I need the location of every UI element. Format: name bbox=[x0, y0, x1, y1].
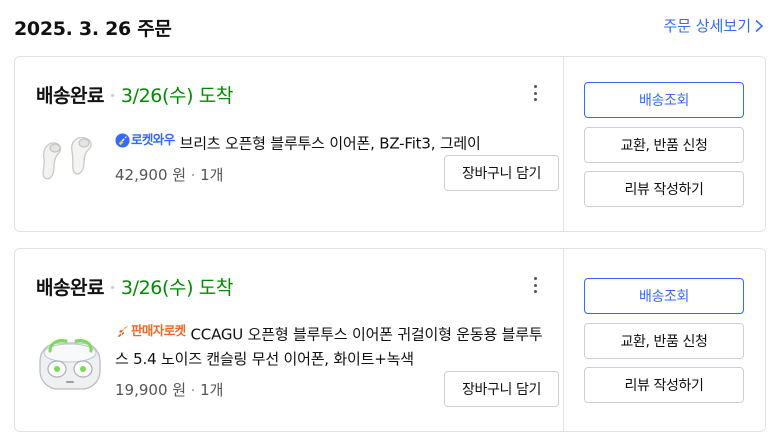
order-item: 배송완료 3/26(수) 도착 판매자로켓 CCAGU 오픈형 블루투스 이어폰… bbox=[15, 249, 565, 431]
order-item: 배송완료 3/26(수) 도착 로켓와우 브리츠 오픈형 블루투스 이어폰, B… bbox=[15, 57, 565, 231]
order-header: 2025. 3. 26 주문 주문 상세보기 bbox=[14, 0, 768, 52]
write-review-button[interactable]: 리뷰 작성하기 bbox=[584, 171, 744, 207]
add-to-cart-button[interactable]: 장바구니 담기 bbox=[444, 371, 559, 407]
arrival-date: 3/26(수) 도착 bbox=[120, 85, 233, 107]
add-to-cart-button[interactable]: 장바구니 담기 bbox=[444, 155, 559, 191]
exchange-return-button[interactable]: 교환, 반품 신청 bbox=[584, 323, 744, 359]
product-thumbnail[interactable] bbox=[36, 129, 104, 197]
order-card: 배송완료 3/26(수) 도착 판매자로켓 CCAGU 오픈형 블루투스 이어폰… bbox=[14, 248, 766, 432]
separator-dot bbox=[192, 173, 195, 176]
delivery-status-line: 배송완료 3/26(수) 도착 bbox=[36, 81, 233, 108]
product-quantity: 1개 bbox=[200, 166, 224, 184]
product-price: 19,900 원 bbox=[115, 381, 187, 399]
chevron-right-icon bbox=[755, 19, 764, 32]
product-price: 42,900 원 bbox=[115, 166, 187, 184]
exchange-return-button[interactable]: 교환, 반품 신청 bbox=[584, 127, 744, 163]
order-actions: 배송조회 교환, 반품 신청 리뷰 작성하기 bbox=[563, 249, 765, 431]
track-delivery-button[interactable]: 배송조회 bbox=[584, 82, 744, 118]
more-options-icon[interactable] bbox=[525, 83, 545, 103]
delivery-status: 배송완료 bbox=[36, 85, 104, 107]
order-detail-link[interactable]: 주문 상세보기 bbox=[663, 15, 764, 36]
price-quantity: 19,900 원 1개 bbox=[115, 379, 223, 400]
arrival-date: 3/26(수) 도착 bbox=[120, 277, 233, 299]
separator-dot bbox=[110, 286, 114, 289]
badge-label: 로켓와우 bbox=[131, 132, 175, 147]
order-card: 배송완료 3/26(수) 도착 로켓와우 브리츠 오픈형 블루투스 이어폰, B… bbox=[14, 56, 766, 232]
write-review-button[interactable]: 리뷰 작성하기 bbox=[584, 367, 744, 403]
rocket-seller-icon bbox=[117, 325, 129, 337]
order-actions: 배송조회 교환, 반품 신청 리뷰 작성하기 bbox=[563, 57, 765, 231]
seller-rocket-badge: 판매자로켓 bbox=[115, 319, 186, 343]
order-date: 2025. 3. 26 주문 bbox=[14, 18, 172, 40]
separator-dot bbox=[110, 94, 114, 97]
rocket-wow-icon bbox=[115, 132, 130, 148]
separator-dot bbox=[192, 388, 195, 391]
delivery-status-line: 배송완료 3/26(수) 도착 bbox=[36, 273, 233, 300]
more-options-icon[interactable] bbox=[525, 275, 545, 295]
product-title[interactable]: 판매자로켓 CCAGU 오픈형 블루투스 이어폰 귀걸이형 운동용 블루투스 5… bbox=[115, 319, 545, 371]
rocket-wow-badge: 로켓와우 bbox=[115, 128, 175, 152]
price-quantity: 42,900 원 1개 bbox=[115, 164, 223, 185]
delivery-status: 배송완료 bbox=[36, 277, 104, 299]
product-quantity: 1개 bbox=[200, 381, 224, 399]
product-title[interactable]: 로켓와우 브리츠 오픈형 블루투스 이어폰, BZ-Fit3, 그레이 bbox=[115, 128, 545, 156]
badge-label: 판매자로켓 bbox=[131, 323, 186, 338]
order-detail-link-label: 주문 상세보기 bbox=[663, 17, 751, 35]
product-name: 브리츠 오픈형 블루투스 이어폰, BZ-Fit3, 그레이 bbox=[179, 134, 481, 153]
product-thumbnail[interactable] bbox=[36, 329, 104, 397]
track-delivery-button[interactable]: 배송조회 bbox=[584, 278, 744, 314]
